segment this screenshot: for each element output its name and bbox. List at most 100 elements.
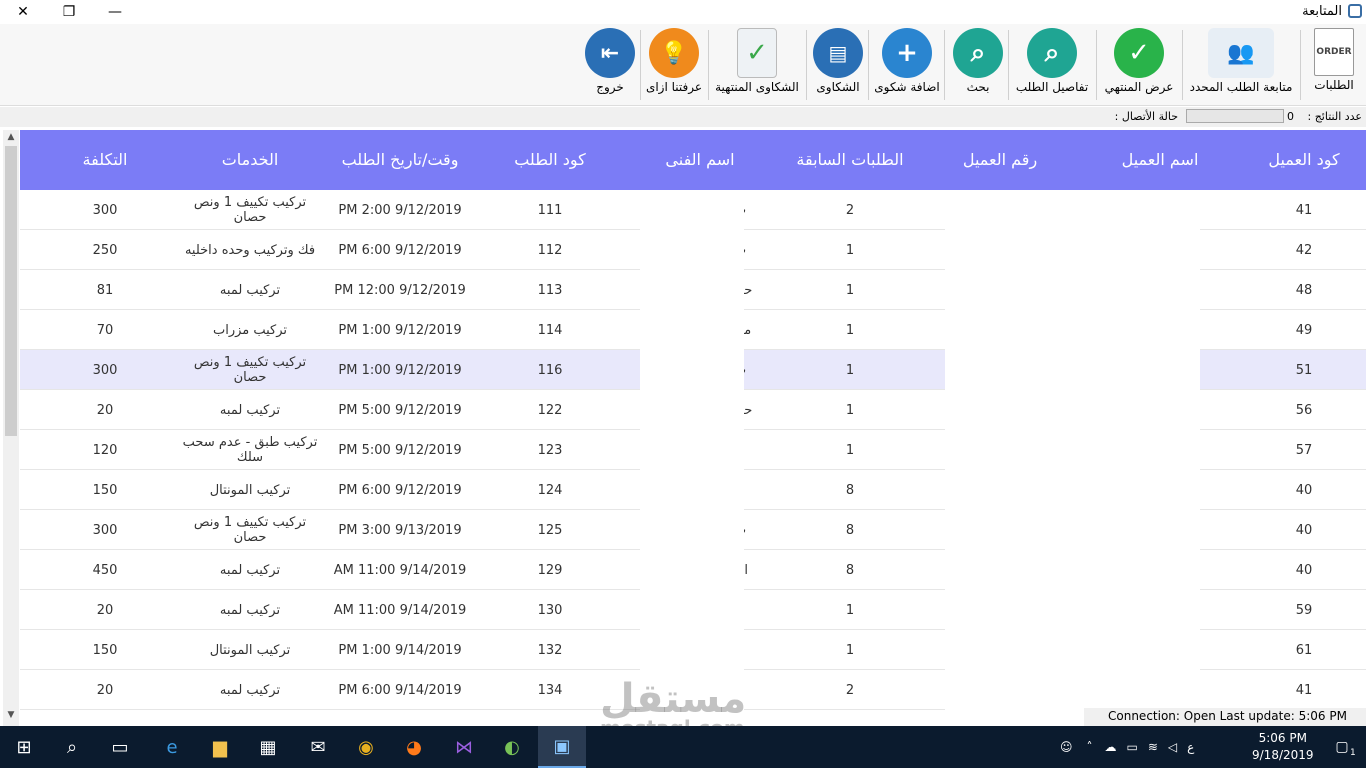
cell-order-code: 124 [537, 482, 563, 498]
cell-prev: 1 [845, 242, 855, 258]
cell-cost: 300 [92, 522, 118, 538]
notifications-icon[interactable]: ▢ [1318, 726, 1366, 768]
separator [868, 30, 869, 100]
cell-customer-code: 61 [1295, 642, 1313, 658]
header-customer-code[interactable]: كود العميل [1242, 150, 1366, 169]
cell-services: تركيب تكييف 1 ونص حصان [193, 355, 307, 385]
minimize-button[interactable]: — [92, 0, 138, 24]
complaints-label: الشكاوى [816, 80, 860, 94]
scroll-thumb[interactable] [5, 146, 17, 436]
cell-cost: 150 [92, 642, 118, 658]
cell-cost: 120 [92, 442, 118, 458]
finished-complaints-button[interactable]: ✓ الشكاوى المنتهية [712, 26, 802, 102]
cell-prev: 1 [845, 322, 855, 338]
how-you-knew-us-button[interactable]: 💡 عرفتنا ازاى [644, 26, 704, 102]
cell-customer-code: 51 [1295, 362, 1313, 378]
store-icon[interactable]: ▦ [244, 726, 292, 768]
header-services[interactable]: الخدمات [180, 150, 320, 169]
add-complaint-button[interactable]: + اضافة شكوى [872, 26, 942, 102]
orders-button[interactable]: ORDER الطلبات [1304, 26, 1364, 102]
active-app-icon[interactable]: ▣ [538, 726, 586, 768]
search-button[interactable]: ⌕ بحث [950, 26, 1006, 102]
cell-customer-code: 41 [1295, 682, 1313, 698]
battery-icon[interactable]: ▭ [1127, 740, 1138, 754]
results-count-value: 0 [1287, 110, 1294, 123]
clock[interactable]: 5:06 PM 9/18/2019 [1252, 730, 1314, 764]
app-icon [1348, 4, 1362, 18]
cell-services: تركيب تكييف 1 ونص حصان [193, 195, 307, 225]
visual-studio-icon[interactable]: ⋈ [440, 726, 488, 768]
header-cost[interactable]: التكلفة [60, 150, 150, 169]
separator [944, 30, 945, 100]
windows-start-icon[interactable]: ⊞ [0, 726, 48, 768]
search-icon[interactable]: ⌕ [48, 726, 96, 768]
close-button[interactable]: ✕ [0, 0, 46, 24]
edge-browser-icon[interactable]: e [148, 726, 196, 768]
support-people-icon: 👥 [1208, 28, 1274, 78]
cell-datetime: 9/12/2019 5:00 PM [338, 402, 462, 418]
toolbar: ORDER الطلبات 👥 متابعة الطلب المحدد ✓ عر… [0, 24, 1366, 106]
cell-cost: 81 [96, 282, 114, 298]
input-language[interactable]: ع [1187, 740, 1194, 754]
chevron-up-icon[interactable]: ˄ [1087, 740, 1093, 754]
cell-services: تركيب تكييف 1 ونص حصان [193, 515, 307, 545]
vertical-scrollbar[interactable]: ▲ ▼ [3, 130, 19, 726]
cell-customer-code: 56 [1295, 402, 1313, 418]
task-view-icon[interactable]: ▭ [96, 726, 144, 768]
cell-cost: 70 [96, 322, 114, 338]
cell-datetime: 9/12/2019 1:00 PM [338, 362, 462, 378]
cell-services: تركيب لمبه [219, 402, 281, 418]
cell-datetime: 9/12/2019 1:00 PM [338, 322, 462, 338]
cell-order-code: 134 [537, 682, 563, 698]
restore-button[interactable]: ❐ [46, 0, 92, 24]
cell-order-code: 116 [537, 362, 563, 378]
header-previous-orders[interactable]: الطلبات السابقة [780, 150, 920, 169]
chrome-icon[interactable]: ◉ [342, 726, 390, 768]
cell-order-code: 130 [537, 602, 563, 618]
header-order-datetime[interactable]: وقت/تاريخ الطلب [320, 150, 480, 169]
connection-state-label: حالة الأتصال : [1114, 110, 1178, 123]
people-icon[interactable]: ☺ [1060, 740, 1073, 754]
complaints-button[interactable]: ▤ الشكاوى [810, 26, 866, 102]
orders-label: الطلبات [1314, 78, 1354, 92]
cell-customer-code: 48 [1295, 282, 1313, 298]
separator [640, 30, 641, 100]
header-customer-name[interactable]: اسم العميل [1090, 150, 1230, 169]
scroll-up-arrow[interactable]: ▲ [5, 132, 17, 146]
cell-cost: 20 [96, 602, 114, 618]
follow-selected-button[interactable]: 👥 متابعة الطلب المحدد [1186, 26, 1296, 102]
cell-customer-code: 40 [1295, 482, 1313, 498]
scroll-down-arrow[interactable]: ▼ [5, 710, 17, 724]
firefox-icon[interactable]: ◕ [390, 726, 438, 768]
wifi-icon[interactable]: ≋ [1148, 740, 1158, 754]
finished-complaints-label: الشكاوى المنتهية [715, 80, 799, 94]
cell-order-code: 123 [537, 442, 563, 458]
separator [806, 30, 807, 100]
cell-customer-code: 40 [1295, 562, 1313, 578]
title-bar: المتابعة ✕ ❐ — [0, 0, 1366, 24]
cell-cost: 300 [92, 202, 118, 218]
volume-icon[interactable]: ◁ [1168, 740, 1177, 754]
cloud-icon[interactable]: ☁ [1105, 740, 1117, 754]
android-studio-icon[interactable]: ◐ [488, 726, 536, 768]
cell-customer-code: 57 [1295, 442, 1313, 458]
cell-order-code: 122 [537, 402, 563, 418]
header-order-code[interactable]: كود الطلب [490, 150, 610, 169]
show-finished-button[interactable]: ✓ عرض المنتهي [1100, 26, 1178, 102]
document-icon: ▤ [813, 28, 863, 78]
file-explorer-icon[interactable]: ▆ [196, 726, 244, 768]
exit-button[interactable]: ⇤ خروج [584, 26, 636, 102]
cell-customer-code: 42 [1295, 242, 1313, 258]
header-technician-name[interactable]: اسم الفنى [640, 150, 760, 169]
cell-order-code: 132 [537, 642, 563, 658]
mail-icon[interactable]: ✉ [294, 726, 342, 768]
search-icon: ⌕ [953, 28, 1003, 78]
clock-date: 9/18/2019 [1252, 748, 1314, 762]
cell-prev: 8 [845, 562, 855, 578]
order-details-button[interactable]: ⌕ تفاصيل الطلب [1012, 26, 1092, 102]
cell-prev: 1 [845, 442, 855, 458]
cell-services: تركيب المونتال [209, 482, 291, 498]
cell-prev: 1 [845, 642, 855, 658]
header-customer-phone[interactable]: رقم العميل [940, 150, 1060, 169]
cell-services: تركيب لمبه [219, 602, 281, 618]
